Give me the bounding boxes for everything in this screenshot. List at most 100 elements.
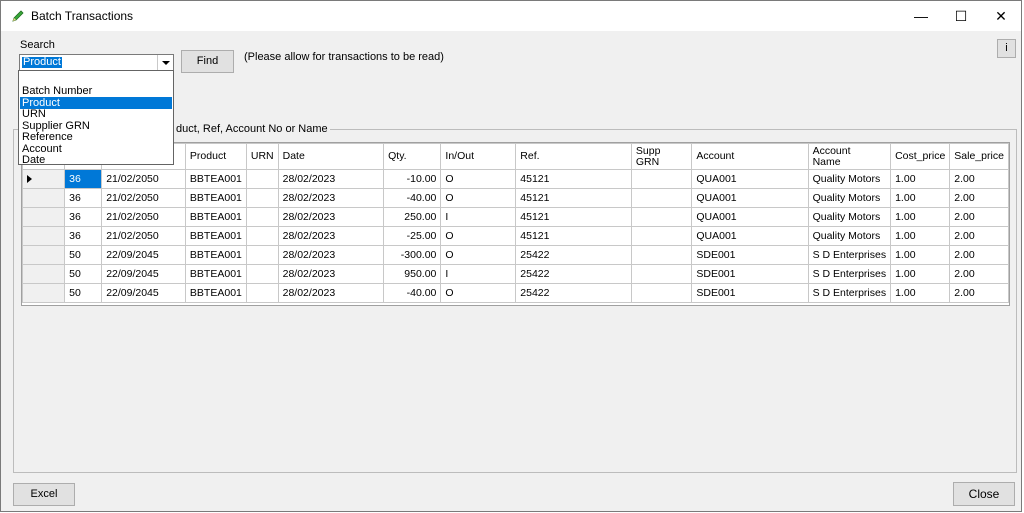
- header-sale-price[interactable]: Sale_price: [949, 143, 1009, 170]
- table-cell[interactable]: 1.00: [890, 207, 951, 227]
- table-cell[interactable]: 2.00: [949, 207, 1009, 227]
- table-cell[interactable]: 50: [64, 245, 103, 265]
- table-cell[interactable]: 21/02/2050: [101, 207, 186, 227]
- header-date[interactable]: Date: [277, 143, 385, 170]
- table-cell[interactable]: S D Enterprises: [807, 264, 892, 284]
- table-cell[interactable]: I: [440, 207, 517, 227]
- table-cell[interactable]: 36: [64, 169, 103, 189]
- table-cell[interactable]: 250.00: [383, 207, 442, 227]
- table-cell[interactable]: [245, 226, 279, 246]
- table-cell[interactable]: [245, 207, 279, 227]
- table-cell[interactable]: 1.00: [890, 226, 951, 246]
- table-cell[interactable]: [245, 188, 279, 208]
- table-cell[interactable]: Quality Motors: [807, 207, 892, 227]
- table-cell[interactable]: QUA001: [691, 226, 809, 246]
- table-cell[interactable]: BBTEA001: [184, 207, 247, 227]
- header-product[interactable]: Product: [184, 143, 247, 170]
- header-ref[interactable]: Ref.: [515, 143, 632, 170]
- close-window-button[interactable]: ✕: [981, 1, 1021, 31]
- header-account[interactable]: Account: [691, 143, 809, 170]
- header-supp-grn[interactable]: Supp GRN: [630, 143, 693, 170]
- table-cell[interactable]: -10.00: [383, 169, 442, 189]
- table-cell[interactable]: [630, 283, 693, 303]
- table-row[interactable]: 36 21/02/2050 BBTEA001 28/02/2023 250.00 I 451…: [22, 207, 1009, 227]
- dropdown-option[interactable]: Supplier GRN: [20, 120, 172, 132]
- table-cell[interactable]: -25.00: [383, 226, 442, 246]
- header-inout[interactable]: In/Out: [440, 143, 517, 170]
- find-button[interactable]: Find: [181, 50, 234, 73]
- table-cell[interactable]: 28/02/2023: [277, 264, 385, 284]
- transactions-grid[interactable]: Product URN Date Qty. In/Out Ref. Supp G…: [21, 142, 1010, 306]
- minimize-button[interactable]: —: [901, 1, 941, 31]
- table-cell[interactable]: BBTEA001: [184, 283, 247, 303]
- table-cell[interactable]: QUA001: [691, 207, 809, 227]
- table-cell[interactable]: BBTEA001: [184, 226, 247, 246]
- table-cell[interactable]: S D Enterprises: [807, 283, 892, 303]
- table-cell[interactable]: 2.00: [949, 188, 1009, 208]
- table-row[interactable]: 36 21/02/2050 BBTEA001 28/02/2023 -25.00 O 451…: [22, 226, 1009, 246]
- table-cell[interactable]: 36: [64, 188, 103, 208]
- table-cell[interactable]: 28/02/2023: [277, 226, 385, 246]
- table-cell[interactable]: 50: [64, 264, 103, 284]
- table-cell[interactable]: 28/02/2023: [277, 188, 385, 208]
- dropdown-option[interactable]: Reference: [20, 131, 172, 143]
- excel-button[interactable]: Excel: [13, 483, 75, 506]
- header-qty[interactable]: Qty.: [383, 143, 442, 170]
- table-cell[interactable]: [630, 264, 693, 284]
- table-cell[interactable]: 36: [64, 226, 103, 246]
- table-cell[interactable]: 28/02/2023: [277, 283, 385, 303]
- table-cell[interactable]: 28/02/2023: [277, 207, 385, 227]
- table-cell[interactable]: [630, 188, 693, 208]
- table-cell[interactable]: O: [440, 226, 517, 246]
- table-cell[interactable]: [245, 264, 279, 284]
- row-selector[interactable]: [22, 264, 66, 284]
- table-cell[interactable]: BBTEA001: [184, 188, 247, 208]
- table-cell[interactable]: SDE001: [691, 264, 809, 284]
- table-cell[interactable]: 36: [64, 207, 103, 227]
- table-cell[interactable]: BBTEA001: [184, 245, 247, 265]
- table-cell[interactable]: 950.00: [383, 264, 442, 284]
- table-cell[interactable]: 28/02/2023: [277, 245, 385, 265]
- table-cell[interactable]: [630, 207, 693, 227]
- table-cell[interactable]: 45121: [515, 188, 632, 208]
- table-cell[interactable]: [245, 283, 279, 303]
- table-cell[interactable]: [630, 226, 693, 246]
- table-cell[interactable]: -40.00: [383, 283, 442, 303]
- close-button[interactable]: Close: [953, 482, 1015, 506]
- header-cost-price[interactable]: Cost_price: [890, 143, 951, 170]
- search-field-select[interactable]: Product: [19, 54, 174, 71]
- table-cell[interactable]: [245, 245, 279, 265]
- header-urn[interactable]: URN: [245, 143, 279, 170]
- table-cell[interactable]: O: [440, 245, 517, 265]
- table-row[interactable]: 50 22/09/2045 BBTEA001 28/02/2023 950.00 I 254…: [22, 264, 1009, 284]
- table-row[interactable]: 50 22/09/2045 BBTEA001 28/02/2023 -300.00 O 25…: [22, 245, 1009, 265]
- table-cell[interactable]: QUA001: [691, 188, 809, 208]
- dropdown-option[interactable]: Date: [20, 154, 172, 166]
- table-cell[interactable]: 50: [64, 283, 103, 303]
- table-cell[interactable]: 22/09/2045: [101, 264, 186, 284]
- maximize-button[interactable]: ☐: [941, 1, 981, 31]
- table-cell[interactable]: 45121: [515, 226, 632, 246]
- table-cell[interactable]: Quality Motors: [807, 169, 892, 189]
- table-cell[interactable]: BBTEA001: [184, 169, 247, 189]
- table-cell[interactable]: SDE001: [691, 245, 809, 265]
- chevron-down-icon[interactable]: [157, 55, 173, 70]
- table-cell[interactable]: 45121: [515, 207, 632, 227]
- table-cell[interactable]: -300.00: [383, 245, 442, 265]
- table-cell[interactable]: 22/09/2045: [101, 283, 186, 303]
- table-cell[interactable]: O: [440, 169, 517, 189]
- table-cell[interactable]: 25422: [515, 264, 632, 284]
- row-selector[interactable]: [22, 283, 66, 303]
- table-cell[interactable]: 1.00: [890, 245, 951, 265]
- table-cell[interactable]: S D Enterprises: [807, 245, 892, 265]
- dropdown-option[interactable]: URN: [20, 108, 172, 120]
- table-cell[interactable]: 22/09/2045: [101, 245, 186, 265]
- table-cell[interactable]: Quality Motors: [807, 188, 892, 208]
- table-row[interactable]: 36 21/02/2050 BBTEA001 28/02/2023 -40.00 O 451…: [22, 188, 1009, 208]
- table-cell[interactable]: -40.00: [383, 188, 442, 208]
- dropdown-option[interactable]: Account: [20, 143, 172, 155]
- table-cell[interactable]: QUA001: [691, 169, 809, 189]
- table-cell[interactable]: I: [440, 264, 517, 284]
- row-selector[interactable]: [22, 207, 66, 227]
- table-cell[interactable]: 25422: [515, 245, 632, 265]
